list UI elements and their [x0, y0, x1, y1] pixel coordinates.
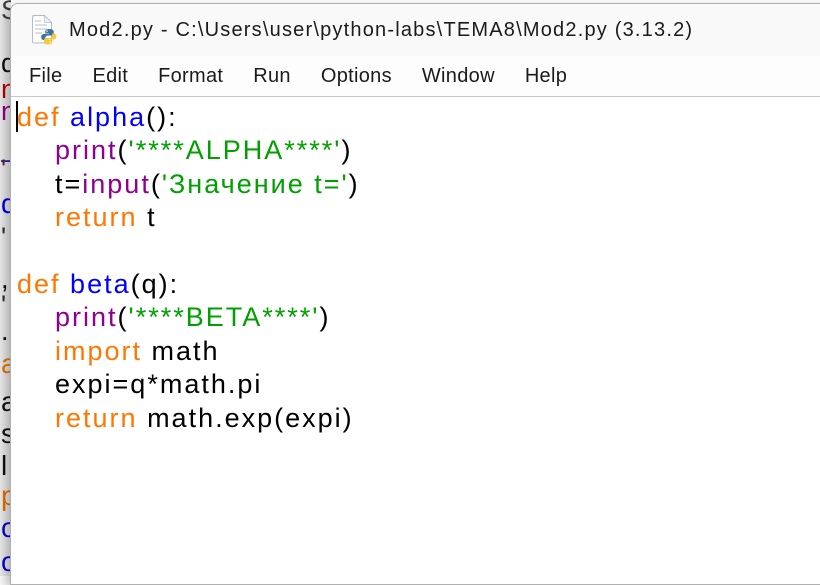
code-line: import math: [17, 335, 820, 368]
idle-editor-window: Mod2.py - C:\Users\user\python-labs\TEMA…: [10, 3, 820, 585]
code-line: def alpha():: [17, 101, 820, 134]
code-token-plain: [17, 135, 55, 165]
occluded-text-fragment: ': [1, 292, 6, 319]
occluded-text-fragment: l: [1, 452, 7, 480]
menu-item-window[interactable]: Window: [422, 65, 495, 88]
code-token-definition: beta: [70, 269, 131, 299]
occluded-text-fragment: ,: [1, 266, 9, 293]
code-token-plain: math: [142, 336, 220, 366]
code-lines: def alpha(): print('****ALPHA****') t=in…: [17, 101, 820, 435]
menu-item-file[interactable]: File: [29, 65, 62, 88]
code-line: [17, 235, 820, 268]
code-token-plain: (: [118, 135, 129, 165]
code-token-string: '****BETA****': [129, 302, 320, 332]
code-token-string: '****ALPHA****': [129, 135, 342, 165]
code-token-builtin: print: [55, 135, 118, 165]
code-token-keyword: return: [55, 202, 138, 232]
code-token-plain: [17, 403, 55, 433]
code-token-plain: expi=q*math.pi: [17, 369, 262, 399]
occluded-text-fragment: ': [1, 224, 6, 251]
occluded-text-fragment: ': [1, 156, 6, 183]
code-token-plain: t: [138, 202, 157, 232]
code-line: print('****BETA****'): [17, 301, 820, 334]
code-line: expi=q*math.pi: [17, 368, 820, 401]
code-token-plain: ():: [146, 102, 177, 132]
editor-text-area[interactable]: def alpha(): print('****ALPHA****') t=in…: [11, 97, 820, 541]
window-title: Mod2.py - C:\Users\user\python-labs\TEMA…: [69, 19, 693, 42]
code-token-keyword: def: [17, 269, 70, 299]
code-token-plain: ): [319, 302, 330, 332]
code-token-plain: t=: [17, 169, 82, 199]
code-token-keyword: def: [17, 102, 70, 132]
code-token-plain: (q):: [131, 269, 180, 299]
code-token-plain: ): [349, 169, 360, 199]
code-token-definition: alpha: [70, 102, 146, 132]
code-line: print('****ALPHA****'): [17, 134, 820, 167]
code-token-keyword: import: [55, 336, 142, 366]
code-token-plain: [17, 202, 55, 232]
code-line: def beta(q):: [17, 268, 820, 301]
code-token-string: 'Значение t=': [162, 169, 349, 199]
code-token-plain: math.exp(expi): [138, 403, 354, 433]
python-file-icon: [30, 14, 57, 46]
code-token-builtin: print: [55, 302, 118, 332]
code-line: t=input('Значение t='): [17, 168, 820, 201]
text-cursor: [16, 101, 18, 132]
code-token-plain: ): [341, 135, 352, 165]
code-token-plain: (: [118, 302, 129, 332]
code-line: return t: [17, 201, 820, 234]
menu-item-format[interactable]: Format: [158, 65, 223, 88]
code-token-plain: (: [151, 169, 162, 199]
menu-item-edit[interactable]: Edit: [92, 65, 128, 88]
code-token-plain: [17, 302, 55, 332]
code-token-plain: [17, 336, 55, 366]
menu-item-run[interactable]: Run: [253, 65, 291, 88]
menu-item-help[interactable]: Help: [525, 65, 567, 88]
code-token-keyword: return: [55, 403, 138, 433]
code-line: return math.exp(expi): [17, 402, 820, 435]
title-bar[interactable]: Mod2.py - C:\Users\user\python-labs\TEMA…: [11, 4, 820, 56]
menu-bar: File Edit Format Run Options Window Help: [11, 56, 820, 97]
menu-item-options[interactable]: Options: [321, 65, 392, 88]
code-token-builtin: input: [82, 169, 151, 199]
